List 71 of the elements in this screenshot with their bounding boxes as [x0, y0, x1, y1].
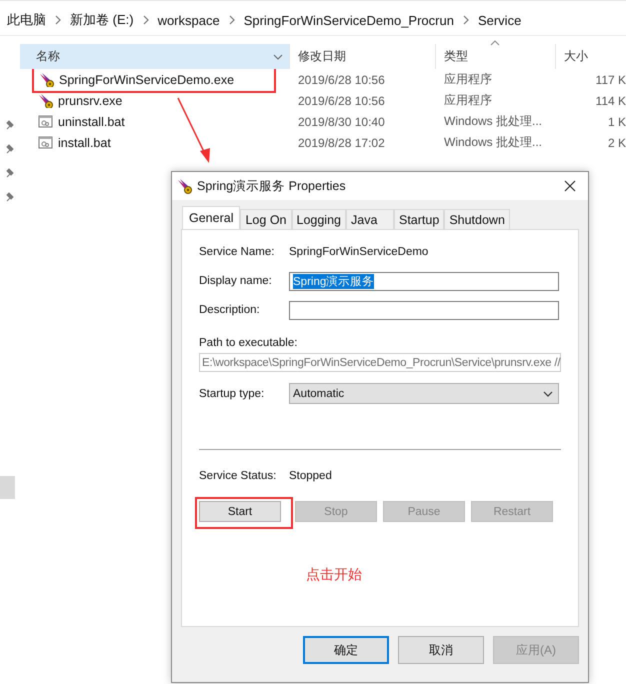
input-field: E:\workspace\SpringForWinServiceDemo_Procrun\Service\prunsrv.exe // [199, 353, 561, 372]
field-label: Service Status: [199, 470, 278, 482]
dialog-button: 应用(A) [493, 636, 579, 664]
service-button: Pause [383, 501, 465, 522]
service-button: Stop [295, 501, 377, 522]
column-header[interactable]: 修改日期 [290, 44, 436, 69]
breadcrumb-item[interactable]: 此电脑 [7, 11, 46, 29]
tab[interactable]: Logging [292, 209, 346, 229]
sort-indicator-icon [490, 40, 500, 46]
service-name-value: SpringForWinServiceDemo [289, 246, 428, 258]
type-cell-text: Windows 批处理... [443, 113, 544, 130]
status-value: Stopped [289, 470, 332, 482]
application-icon [38, 93, 54, 108]
file-name[interactable]: uninstall.bat [58, 114, 125, 128]
tab[interactable]: Shutdown [444, 209, 510, 229]
tab[interactable]: Log On [240, 209, 292, 229]
pin-icon [6, 144, 14, 154]
service-button: Restart [471, 501, 553, 522]
pin-icon [6, 120, 14, 130]
close-icon [564, 180, 576, 192]
size-cell-text: 1 K [606, 114, 626, 128]
field-label: Display name: [199, 275, 273, 287]
field-label: Startup type: [199, 388, 266, 400]
scrollbar-thumb[interactable] [0, 476, 15, 499]
type-cell-text: 应用程序 [443, 71, 493, 88]
tab[interactable]: General [182, 206, 240, 229]
chevron-down-icon [543, 390, 553, 396]
annotation-arrow [176, 96, 212, 164]
file-name[interactable]: SpringForWinServiceDemo.exe [59, 72, 234, 86]
batch-file-icon [38, 135, 54, 150]
size-cell-text: 2 K [606, 136, 626, 150]
column-header[interactable]: 名称 [20, 44, 290, 69]
field-label: Service Name: [199, 246, 276, 258]
breadcrumb-item[interactable]: workspace [158, 12, 220, 28]
breadcrumb-item[interactable]: SpringForWinServiceDemo_Procrun [244, 12, 454, 28]
dialog-button[interactable]: 取消 [398, 636, 484, 664]
window-title: Spring演示服务 Properties [197, 178, 347, 194]
date-cell-text: 2019/6/28 10:56 [297, 72, 386, 86]
file-name[interactable]: prunsrv.exe [58, 94, 122, 108]
chevron-icon [142, 15, 149, 25]
chevron-down-icon [273, 54, 283, 60]
size-cell-text: 114 K [594, 94, 626, 108]
service-button[interactable]: Start [199, 501, 281, 522]
date-cell-text: 2019/8/28 17:02 [297, 136, 386, 150]
field-label: Description: [199, 304, 261, 316]
application-icon [39, 72, 55, 87]
chevron-icon [462, 15, 469, 25]
type-cell-text: 应用程序 [443, 92, 493, 109]
batch-file-icon [38, 114, 54, 129]
chevron-icon [55, 15, 61, 25]
column-header[interactable]: 大小 [556, 44, 626, 69]
date-cell-text: 2019/8/30 10:40 [297, 114, 386, 128]
tab[interactable]: Startup [394, 209, 444, 229]
input-field[interactable]: Spring演示服务 [289, 272, 559, 290]
application-icon [177, 178, 193, 194]
date-cell-text: 2019/6/28 10:56 [297, 94, 386, 108]
dropdown[interactable]: Automatic [289, 383, 559, 404]
size-cell-text: 117 K [594, 72, 626, 86]
chevron-icon [228, 15, 235, 25]
type-cell-text: Windows 批处理... [443, 134, 544, 151]
dialog-button[interactable]: 确定 [303, 636, 389, 664]
breadcrumb-item[interactable]: 新加卷 (E:) [70, 11, 134, 29]
pin-icon [6, 168, 14, 178]
column-header[interactable]: 类型 [436, 44, 556, 69]
breadcrumb-item[interactable]: Service [478, 12, 522, 28]
tab[interactable]: Java [346, 209, 394, 229]
field-label: Path to executable: [199, 337, 298, 349]
annotation-text: 点击开始 [306, 566, 363, 584]
pin-icon [6, 192, 14, 202]
input-field[interactable] [289, 300, 559, 320]
file-name[interactable]: install.bat [58, 136, 111, 150]
